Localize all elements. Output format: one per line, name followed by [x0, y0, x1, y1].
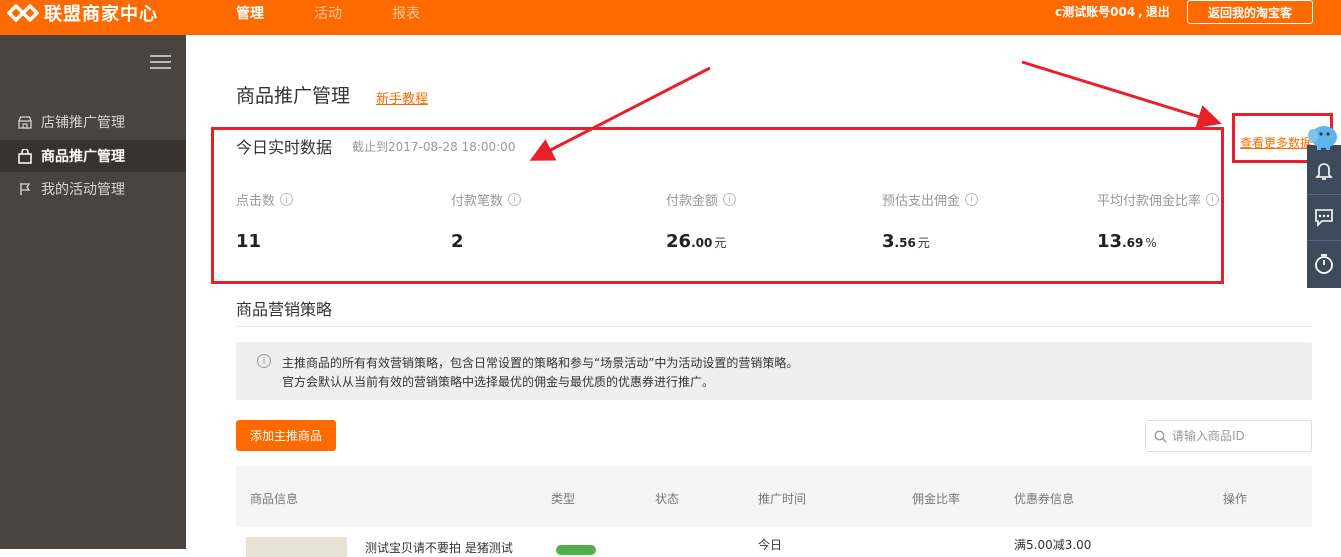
chat-icon[interactable]: [1307, 194, 1341, 240]
col-product-info: 商品信息: [250, 492, 299, 506]
realtime-title: 今日实时数据: [236, 138, 333, 157]
stat-estimated-commission: 预估支出佣金 i 3.56 元: [882, 190, 979, 252]
stat-unit: 元: [714, 236, 727, 250]
stat-value: 2: [451, 231, 464, 252]
product-thumbnail[interactable]: [246, 537, 347, 557]
table-header: 商品信息 类型 状态 推广时间 佣金比率 优惠券信息 操作: [236, 466, 1312, 527]
stat-value: 13: [1097, 231, 1123, 252]
tutorial-link[interactable]: 新手教程: [376, 88, 428, 107]
floating-toolbar: [1307, 145, 1341, 288]
col-coupon-info: 优惠券信息: [1014, 492, 1075, 506]
product-name[interactable]: 测试宝贝请不要拍 是猪测试: [365, 539, 513, 556]
bell-icon[interactable]: [1307, 148, 1341, 194]
bag-icon: [17, 148, 33, 164]
stat-unit: 元: [917, 236, 930, 250]
search-icon: [1154, 429, 1167, 443]
stat-label: 预估支出佣金: [882, 194, 961, 209]
promo-time: 今日: [758, 538, 783, 552]
strategy-title: 商品营销策略: [236, 300, 333, 319]
nav-manage[interactable]: 管理: [236, 3, 264, 23]
stat-payment-amount: 付款金额 i 26.00 元: [666, 190, 737, 252]
notice-line-2: 官方会默认从当前有效的营销策略中选择最优的佣金与最优质的优惠券进行推广。: [282, 375, 715, 389]
col-promo-time: 推广时间: [758, 492, 807, 506]
sidebar-item-label: 店铺推广管理: [41, 115, 125, 131]
top-bar: 联盟商家中心 管理 活动 报表 c测试账号004, 退出 返回我的淘宝客: [0, 0, 1341, 35]
flag-icon: [17, 181, 33, 197]
col-status: 状态: [655, 492, 680, 506]
menu-toggle-icon[interactable]: [150, 55, 171, 70]
stat-avg-commission-rate: 平均付款佣金比率 i 13.69%: [1097, 190, 1220, 252]
nav-activity[interactable]: 活动: [314, 3, 342, 23]
col-actions: 操作: [1223, 492, 1248, 506]
sidebar-item-label: 商品推广管理: [41, 149, 125, 165]
info-icon[interactable]: i: [965, 193, 979, 206]
info-icon: i: [257, 354, 271, 368]
stat-label: 付款笔数: [451, 194, 504, 209]
alliance-logo-icon: [7, 3, 39, 22]
stat-clicks: 点击数 i 11: [236, 190, 294, 252]
sidebar-item-my-activities[interactable]: 我的活动管理: [0, 173, 186, 205]
stat-payment-count: 付款笔数 i 2: [451, 190, 522, 252]
logout-link[interactable]: 退出: [1146, 5, 1170, 19]
stat-decimal: .00: [691, 236, 713, 250]
col-type: 类型: [551, 492, 576, 506]
info-icon[interactable]: i: [280, 193, 294, 206]
strategy-notice: i 主推商品的所有有效营销策略，包含日常设置的策略和参与“场景活动”中为活动设置…: [236, 342, 1312, 400]
sidebar-item-product-promotion[interactable]: 商品推广管理: [0, 140, 186, 172]
sidebar-item-label: 我的活动管理: [41, 182, 125, 198]
page-title: 商品推广管理: [236, 85, 351, 107]
coupon-info: 满5.00减3.00: [1014, 538, 1092, 552]
account-area: c测试账号004, 退出: [1055, 5, 1170, 19]
stat-value: 11: [236, 231, 262, 252]
realtime-as-of: 截止到2017-08-28 18:00:00: [352, 140, 516, 154]
nav-reports[interactable]: 报表: [392, 3, 420, 23]
info-icon[interactable]: i: [1206, 193, 1220, 206]
stat-decimal: .56: [894, 236, 916, 250]
account-name[interactable]: c测试账号004: [1055, 5, 1135, 19]
stat-unit: %: [1145, 236, 1157, 250]
timer-icon[interactable]: [1307, 240, 1341, 286]
more-data-link[interactable]: 查看更多数据: [1240, 134, 1312, 151]
arrow-to-more-data: [1021, 60, 1222, 129]
sidebar-item-store-promotion[interactable]: 店铺推广管理: [0, 106, 186, 138]
info-icon[interactable]: i: [508, 193, 522, 206]
logo[interactable]: 联盟商家中心: [6, 0, 158, 25]
product-id-search[interactable]: [1145, 420, 1312, 452]
search-input[interactable]: [1172, 429, 1302, 443]
section-divider: [236, 326, 1312, 327]
type-badge: [556, 545, 596, 555]
stat-label: 平均付款佣金比率: [1097, 194, 1202, 209]
logo-text: 联盟商家中心: [44, 3, 158, 25]
stat-value: 3: [882, 231, 895, 252]
return-button[interactable]: 返回我的淘宝客: [1187, 0, 1313, 24]
info-icon[interactable]: i: [723, 193, 737, 206]
stat-value: 26: [666, 231, 692, 252]
add-featured-product-button[interactable]: 添加主推商品: [236, 420, 336, 451]
stat-decimal: .69: [1122, 236, 1144, 250]
sidebar: 店铺推广管理 商品推广管理 我的活动管理: [0, 35, 186, 549]
col-commission-rate: 佣金比率: [912, 492, 961, 506]
notice-line-1: 主推商品的所有有效营销策略，包含日常设置的策略和参与“场景活动”中为活动设置的营…: [282, 356, 799, 370]
mascot-icon[interactable]: [1305, 122, 1339, 152]
store-icon: [17, 114, 33, 130]
stat-label: 点击数: [236, 194, 276, 209]
stat-label: 付款金额: [666, 194, 719, 209]
